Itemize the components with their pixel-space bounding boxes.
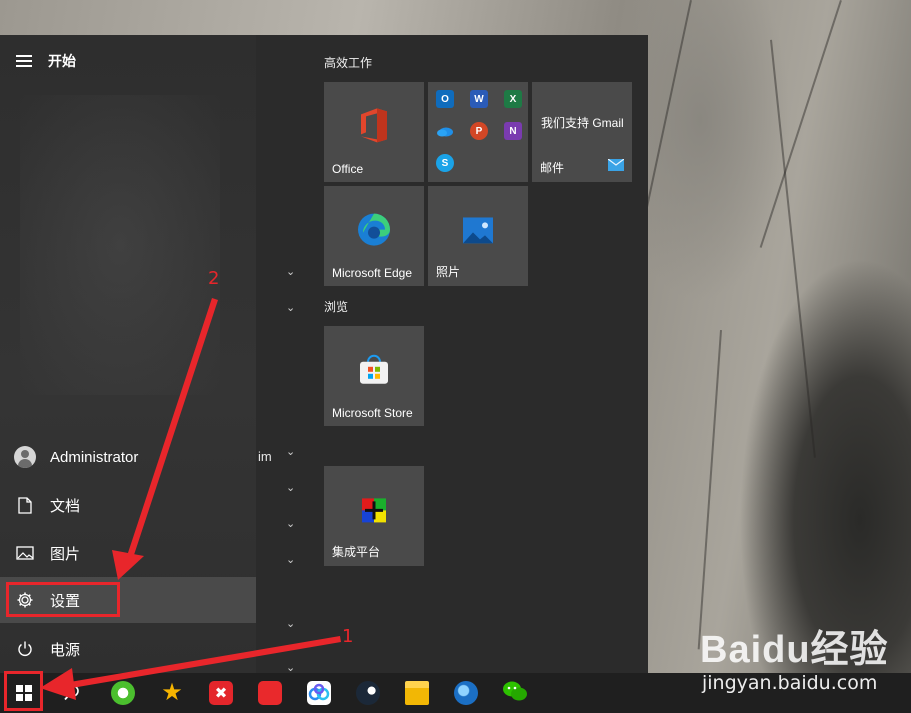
powerpoint-icon: P (470, 122, 488, 140)
app-list: ⌄ ⌄ im ⌄ ⌄ ⌄ ⌄ ⌄ ⌄ (256, 35, 308, 674)
picture-icon (0, 546, 50, 560)
power-item[interactable]: 电源 (0, 626, 256, 672)
game-star-icon: ★ (161, 679, 183, 706)
office-tile-label: Office (332, 162, 364, 176)
edge-tile[interactable]: Microsoft Edge (324, 186, 424, 286)
onenote-icon: N (504, 122, 522, 140)
photos-tile-label: 照片 (436, 265, 461, 279)
pictures-item[interactable]: 图片 (0, 530, 256, 576)
mail-envelope-icon (607, 158, 625, 176)
chevron-down-icon[interactable]: ⌄ (286, 445, 295, 458)
store-tile-label: Microsoft Store (332, 406, 413, 420)
settings-highlight-box (6, 582, 120, 617)
xmind-icon: ✖ (209, 681, 233, 705)
taskbar-app-browser[interactable] (442, 673, 490, 713)
hamburger-menu-icon[interactable] (0, 45, 48, 77)
store-bag-icon (358, 354, 390, 391)
documents-label: 文档 (50, 497, 81, 515)
chevron-down-icon[interactable]: ⌄ (286, 301, 295, 314)
skype-icon: S (436, 154, 454, 172)
group-label-browse: 浏览 (324, 300, 349, 314)
steam-icon (356, 681, 380, 705)
start-menu-left-pane: 开始 Administrator 文档 图片 设置 电源 (0, 35, 256, 673)
user-account-label: Administrator (50, 448, 139, 466)
annotation-step-1: 1 (342, 626, 354, 647)
mail-tile-label: 邮件 (540, 161, 565, 175)
taskbar-app-baidu-netdisk[interactable] (295, 673, 343, 713)
taskbar-app-file-explorer[interactable] (393, 673, 441, 713)
office-apps-folder-tile[interactable]: O W X P N S (428, 82, 528, 182)
integration-platform-tile[interactable]: 集成平台 (324, 466, 424, 566)
tiles-pane: 高效工作 Office O W X P N S 我们支持 Gmail 邮件 Mi… (308, 35, 648, 673)
chevron-down-icon[interactable]: ⌄ (286, 553, 295, 566)
taskbar-app-xmind[interactable]: ✖ (197, 673, 245, 713)
start-menu: 开始 Administrator 文档 图片 设置 电源 ⌄ ⌄ im ⌄ ⌄ … (0, 35, 648, 674)
taskbar-app-game[interactable]: ★ (148, 673, 196, 713)
start-menu-title: 开始 (48, 53, 76, 69)
power-icon (0, 640, 50, 658)
outlook-icon: O (436, 90, 454, 108)
taskbar-app-ie[interactable] (99, 673, 147, 713)
user-avatar-icon (14, 446, 36, 468)
edge-tile-label: Microsoft Edge (332, 266, 413, 280)
chevron-down-icon[interactable]: ⌄ (286, 617, 295, 630)
onedrive-icon (436, 122, 454, 140)
app-list-clipped-text: im (258, 449, 272, 464)
store-tile[interactable]: Microsoft Store (324, 326, 424, 426)
watermark-url: jingyan.baidu.com (702, 672, 878, 694)
group-label-productivity: 高效工作 (324, 56, 373, 70)
taskbar-app-cloud[interactable] (246, 673, 294, 713)
cloud-drive-icon (258, 681, 282, 705)
power-label: 电源 (50, 641, 81, 659)
documents-item[interactable]: 文档 (0, 482, 256, 528)
word-icon: W (470, 90, 488, 108)
integration-platform-icon (361, 497, 387, 528)
chevron-down-icon[interactable]: ⌄ (286, 265, 295, 278)
mail-tile-promo-text: 我们支持 Gmail (541, 116, 624, 130)
taskbar-app-wechat[interactable] (491, 673, 539, 713)
search-button[interactable] (48, 673, 96, 713)
integration-platform-tile-label: 集成平台 (332, 545, 381, 559)
user-account-item[interactable]: Administrator (0, 434, 256, 480)
pictures-label: 图片 (50, 545, 81, 563)
chevron-down-icon[interactable]: ⌄ (286, 481, 295, 494)
browser-globe-icon (454, 681, 478, 705)
photos-icon (463, 217, 493, 248)
watermark-logo: Baidu经验 (700, 629, 889, 671)
excel-icon: X (504, 90, 522, 108)
search-icon (64, 685, 79, 701)
mail-tile[interactable]: 我们支持 Gmail 邮件 (532, 82, 632, 182)
baidu-jingyan-watermark: Baidu经验 jingyan.baidu.com (700, 618, 905, 710)
office-icon (359, 107, 389, 148)
start-button-highlight-box (4, 671, 43, 711)
document-icon (0, 496, 50, 514)
photos-tile[interactable]: 照片 (428, 186, 528, 286)
edge-browser-icon (357, 213, 391, 252)
office-tile[interactable]: Office (324, 82, 424, 182)
ie-browser-icon (111, 681, 135, 705)
baidu-netdisk-icon (307, 681, 331, 705)
annotation-step-2: 2 (208, 268, 220, 289)
start-menu-header: 开始 (0, 45, 256, 77)
wechat-icon (502, 680, 528, 707)
chevron-down-icon[interactable]: ⌄ (286, 517, 295, 530)
file-explorer-icon (405, 681, 429, 705)
taskbar-app-steam[interactable] (344, 673, 392, 713)
